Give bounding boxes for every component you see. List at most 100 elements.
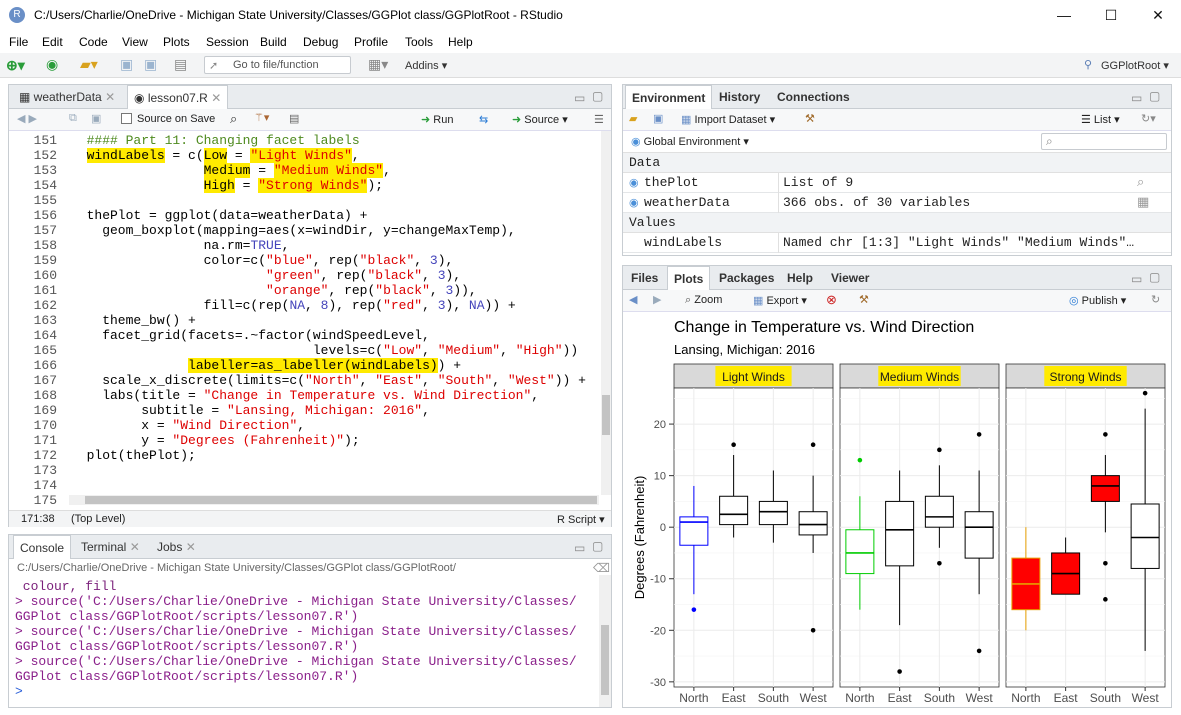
prev-plot-icon[interactable]: ◀ — [629, 293, 637, 306]
menu-code[interactable]: Code — [79, 35, 108, 49]
menu-plots[interactable]: Plots — [163, 35, 190, 49]
env-row-theplot[interactable]: ◉ thePlot List of 9 ⌕ — [623, 173, 1171, 193]
data-section-header: Data — [623, 153, 1171, 173]
rerun-icon[interactable]: ⇆ — [479, 113, 488, 126]
publish-button[interactable]: ◎ Publish ▾ — [1069, 294, 1126, 307]
remove-plot-icon[interactable]: ⊗ — [826, 292, 837, 308]
minimize-plots-icon[interactable]: ▭ — [1131, 272, 1142, 286]
save-all-icon[interactable]: ▣ — [144, 56, 157, 73]
code-line: "orange", rep("black", 3)), — [266, 283, 477, 298]
env-row-weatherdata[interactable]: ◉ weatherData 366 obs. of 30 variables ▦ — [623, 193, 1171, 213]
view-table-icon[interactable]: ▦ — [1137, 195, 1149, 210]
editor-vscrollbar[interactable] — [601, 131, 611, 495]
code-line: plot(thePlot); — [71, 448, 196, 463]
zoom-button[interactable]: ⌕ Zoom — [685, 294, 722, 307]
tab-connections[interactable]: Connections — [771, 85, 856, 109]
scope-indicator[interactable]: (Top Level) — [71, 513, 125, 525]
menu-tools[interactable]: Tools — [405, 35, 433, 49]
refresh-env-icon[interactable]: ↻▾ — [1141, 112, 1156, 125]
console-vscrollbar[interactable] — [599, 575, 611, 707]
code-area[interactable]: 151 #### Part 11: Changing facet labels 1… — [9, 131, 611, 510]
code-line: fill=c(rep(NA, 8), rep("red", 3), NA)) + — [71, 298, 516, 313]
menu-view[interactable]: View — [122, 35, 148, 49]
tab-environment[interactable]: Environment — [625, 85, 713, 109]
maximize-pane-icon[interactable]: ▢ — [592, 89, 603, 103]
editor-hscroll-thumb[interactable] — [85, 496, 597, 504]
close-window-button[interactable]: ✕ — [1135, 0, 1181, 31]
goto-file-input[interactable]: ➚ Go to file/function — [204, 56, 351, 74]
console-tabbar: Console Terminal ✕ Jobs ✕ ▭ ▢ — [9, 535, 611, 559]
cursor-position: 171:38 — [21, 513, 55, 525]
title-bar: R C:/Users/Charlie/OneDrive - Michigan S… — [0, 0, 1181, 31]
tab-console[interactable]: Console — [13, 535, 72, 559]
minimize-console-icon[interactable]: ▭ — [574, 541, 585, 555]
maximize-plots-icon[interactable]: ▢ — [1149, 270, 1160, 284]
back-arrow-icon[interactable]: ◀ ▶ — [17, 112, 37, 125]
minimize-pane-icon[interactable]: ▭ — [574, 91, 585, 105]
show-in-window-icon[interactable]: ⧉ — [69, 112, 77, 125]
tab-files[interactable]: Files — [625, 266, 664, 290]
console-vscroll-thumb[interactable] — [601, 625, 609, 695]
next-plot-icon[interactable]: ▶ — [653, 293, 661, 306]
import-dataset-button[interactable]: ▦ Import Dataset ▾ — [681, 113, 775, 126]
compile-report-icon[interactable]: ▤ — [289, 112, 299, 125]
search-icon[interactable]: ⌕ — [230, 111, 237, 127]
menu-file[interactable]: File — [9, 35, 28, 49]
maximize-button[interactable]: ☐ — [1088, 0, 1134, 31]
maximize-console-icon[interactable]: ▢ — [592, 539, 603, 553]
box — [885, 500, 915, 567]
grid-layout-icon[interactable]: ▦▾ — [368, 56, 388, 73]
editor-vscroll-thumb[interactable] — [602, 395, 610, 435]
new-file-icon[interactable]: ⊕▾ — [6, 57, 25, 74]
menu-edit[interactable]: Edit — [42, 35, 63, 49]
env-row-windlabels[interactable]: windLabels Named chr [1:3] "Light Winds"… — [623, 233, 1171, 253]
clear-console-icon[interactable]: ⌫ — [593, 561, 610, 575]
tab-lesson07[interactable]: ◉ lesson07.R ✕ — [127, 85, 229, 109]
tab-weatherdata[interactable]: ▦ weatherData ✕ — [13, 85, 121, 109]
run-button[interactable]: ➜ Run — [421, 113, 453, 126]
minimize-button[interactable]: — — [1041, 0, 1087, 31]
menu-help[interactable]: Help — [448, 35, 473, 49]
export-button[interactable]: ▦ Export ▾ — [753, 294, 807, 307]
save-file-icon[interactable]: ▣ — [91, 112, 101, 125]
minimize-env-icon[interactable]: ▭ — [1131, 91, 1142, 105]
new-project-icon[interactable]: ◉ — [46, 56, 58, 73]
global-env-selector[interactable]: ◉ Global Environment ▾ — [631, 135, 749, 148]
list-view-button[interactable]: ☰ List ▾ — [1081, 113, 1120, 126]
console-output[interactable]: colour, fill > source('C:/Users/Charlie/O… — [9, 575, 599, 705]
editor-hscrollbar[interactable] — [69, 495, 599, 505]
menu-session[interactable]: Session — [206, 35, 249, 49]
outlier-point — [1103, 560, 1108, 566]
save-workspace-icon[interactable]: ▣ — [653, 112, 663, 125]
source-button[interactable]: ➜ Source ▾ — [512, 113, 568, 126]
tab-help[interactable]: Help — [781, 266, 819, 290]
tab-history[interactable]: History — [713, 85, 766, 109]
print-icon[interactable]: ▤ — [174, 56, 187, 73]
open-file-icon[interactable]: ▰▾ — [80, 56, 98, 73]
expand-icon[interactable]: ◉ — [629, 196, 639, 209]
menu-debug[interactable]: Debug — [303, 35, 338, 49]
outline-icon[interactable]: ☰ — [594, 113, 604, 126]
source-on-save-checkbox[interactable] — [121, 113, 132, 124]
tab-packages[interactable]: Packages — [713, 266, 780, 290]
file-type-indicator[interactable]: R Script ▾ — [557, 513, 605, 526]
tab-jobs[interactable]: Jobs ✕ — [151, 535, 202, 559]
maximize-env-icon[interactable]: ▢ — [1149, 89, 1160, 103]
tab-viewer[interactable]: Viewer — [825, 266, 875, 290]
expand-icon[interactable]: ◉ — [629, 176, 639, 189]
tab-terminal[interactable]: Terminal ✕ — [75, 535, 146, 559]
broom-icon[interactable]: ⚒ — [805, 112, 815, 125]
env-search-input[interactable]: ⌕ — [1041, 133, 1167, 150]
clear-plots-broom-icon[interactable]: ⚒ — [859, 293, 869, 306]
save-icon[interactable]: ▣ — [120, 56, 133, 73]
project-menu[interactable]: GGPlotRoot ▾ — [1101, 59, 1169, 72]
menu-build[interactable]: Build — [260, 35, 287, 49]
refresh-plot-icon[interactable]: ↻ — [1151, 293, 1160, 306]
load-workspace-icon[interactable]: ▰ — [629, 112, 637, 125]
y-tick-label: -20 — [650, 625, 666, 637]
view-magnifier-icon[interactable]: ⌕ — [1137, 175, 1144, 190]
magic-wand-icon[interactable]: ⚚▾ — [254, 111, 269, 124]
menu-profile[interactable]: Profile — [354, 35, 388, 49]
tab-plots[interactable]: Plots — [667, 266, 711, 290]
addins-menu[interactable]: Addins ▾ — [405, 59, 447, 72]
